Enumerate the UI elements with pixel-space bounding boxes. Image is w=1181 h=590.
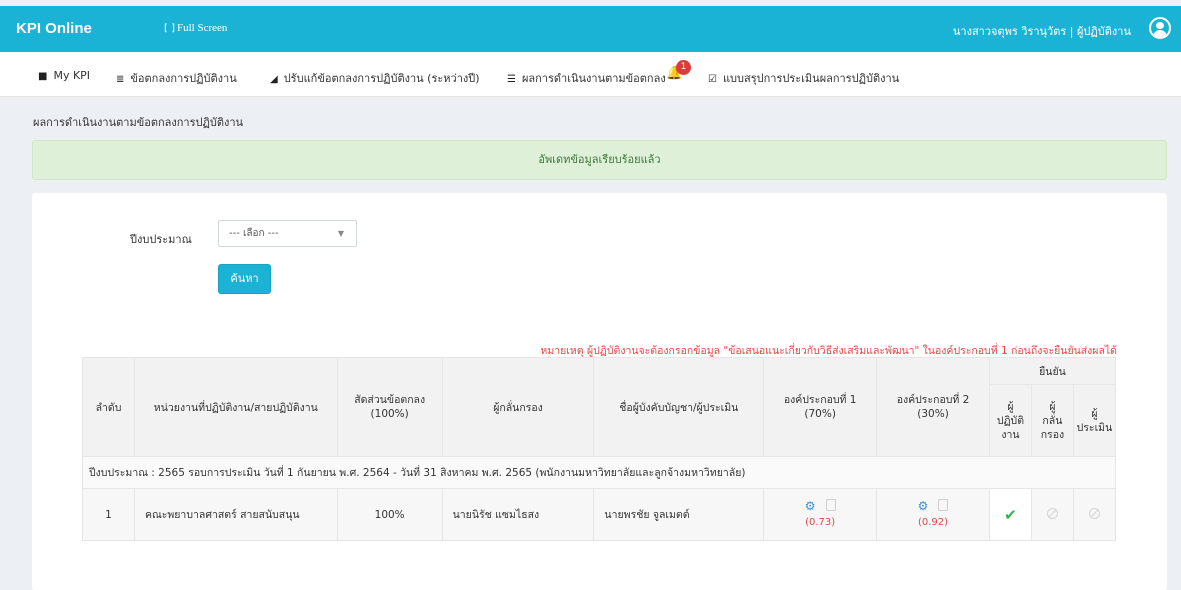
ban-icon	[1088, 507, 1100, 519]
fiscal-year-label: ปีงบประมาณ	[130, 233, 192, 246]
cell-seq: 1	[82, 488, 135, 541]
user-name[interactable]: นางสาวจตุพร วิรานุวัตร | ผู้ปฏิบัติงาน	[953, 22, 1131, 40]
col-confirm-screener: ผู้ กลั่น กรอง	[1030, 384, 1074, 457]
col-comp1: องค์ประกอบที่ 1 (70%)	[763, 357, 878, 457]
col-confirm-worker-l3: งาน	[1001, 428, 1020, 441]
notification-badge: 1	[676, 60, 691, 75]
search-button[interactable]: ค้นหา	[218, 264, 271, 294]
fullscreen-label: Full Screen	[176, 22, 228, 34]
top-header: KPI Online [ ] Full Screen นางสาวจตุพร วิ…	[0, 6, 1181, 52]
breadcrumb: ผลการดำเนินงานตามข้อตกลงการปฏิบัติงาน	[33, 116, 244, 129]
document-icon[interactable]	[938, 499, 949, 511]
fiscal-year-select[interactable]: --- เลือก --- ▼	[218, 220, 357, 247]
performance-table: ลำดับ หน่วยงานที่ปฏิบัติงาน/สายปฏิบัติงา…	[82, 357, 1117, 541]
cell-comp1: ⚙ (0.73)	[763, 488, 878, 541]
col-confirm-screener-l3: กรอง	[1040, 428, 1065, 441]
col-unit: หน่วยงานที่ปฏิบัติงาน/สายปฏิบัติงาน	[133, 357, 338, 457]
col-ratio-line1: สัดส่วนข้อตกลง	[354, 394, 426, 406]
nav-item-agreement[interactable]: ≣ ข้อตกลงการปฏิบัติงาน	[116, 69, 237, 87]
cell-screener: นายนิรัช แซมไธสง	[441, 488, 595, 541]
col-confirm-worker-l2: ปฏิบัติ	[996, 414, 1025, 427]
nav-label: ปรับแก้ข้อตกลงการปฏิบัติงาน (ระหว่างปี)	[283, 72, 480, 85]
cell-confirm-screener	[1030, 488, 1074, 541]
cell-confirm-evaluator	[1072, 488, 1117, 541]
expand-icon: [ ]	[164, 23, 175, 34]
table-row: 1 คณะพยาบาลศาสตร์ สายสนับสนุน 100% นายนิ…	[82, 488, 1117, 541]
success-alert: อัพเดทข้อมูลเรียบร้อยแล้ว	[32, 140, 1167, 180]
col-ratio: สัดส่วนข้อตกลง (100%)	[336, 357, 443, 457]
nav-item-performance[interactable]: ☰ ผลการดำเนินงานตามข้อตกลง	[507, 69, 666, 87]
col-ratio-line2: (100%)	[370, 408, 409, 420]
col-comp2-line2: (30%)	[917, 408, 949, 420]
nav-label: แบบสรุปการประเมินผลการปฏิบัติงาน	[722, 72, 900, 85]
brand-logo[interactable]: KPI Online	[16, 20, 92, 37]
nav-item-my-kpi[interactable]: ■ My KPI	[38, 69, 90, 82]
gears-icon[interactable]: ⚙	[918, 499, 929, 513]
cell-confirm-worker: ✔	[988, 488, 1032, 541]
col-confirm-worker-l1: ผู้	[1007, 400, 1014, 413]
col-confirm-evaluator-l2: ประเมิน	[1076, 421, 1113, 434]
caret-down-icon: ▼	[337, 229, 344, 238]
nav-item-edit-agreement[interactable]: ◢ ปรับแก้ข้อตกลงการปฏิบัติงาน (ระหว่างปี)	[270, 69, 480, 87]
col-confirm-evaluator: ผู้ ประเมิน	[1072, 384, 1117, 457]
period-info: ปีงบประมาณ : 2565 รอบการประเมิน วันที่ 1…	[82, 456, 1116, 489]
user-circle-icon[interactable]	[1149, 17, 1171, 39]
fullscreen-button[interactable]: [ ] Full Screen	[164, 22, 227, 34]
list-ol-icon: ☰	[507, 74, 516, 85]
eraser-icon: ◢	[270, 74, 278, 85]
col-screener: ผู้กลั่นกรอง	[441, 357, 595, 457]
col-confirm: ยืนยัน	[988, 357, 1117, 385]
cell-ratio: 100%	[336, 488, 443, 541]
col-comp1-line2: (70%)	[804, 408, 836, 420]
col-confirm-screener-l2: กลั่น	[1042, 414, 1063, 427]
col-confirm-worker: ผู้ ปฏิบัติ งาน	[988, 384, 1032, 457]
bookmark-icon: ■	[38, 71, 48, 82]
nav-label: ข้อตกลงการปฏิบัติงาน	[130, 72, 237, 85]
list-icon: ≣	[116, 74, 125, 85]
nav-item-summary[interactable]: ☑ แบบสรุปการประเมินผลการปฏิบัติงาน	[708, 69, 899, 87]
gears-icon[interactable]: ⚙	[805, 499, 816, 513]
comp1-score: (0.73)	[805, 517, 836, 528]
check-icon: ✔	[1004, 505, 1017, 524]
content-panel: ปีงบประมาณ --- เลือก --- ▼ ค้นหา หมายเหต…	[32, 193, 1167, 590]
ban-icon	[1046, 507, 1058, 519]
col-seq: ลำดับ	[82, 357, 135, 457]
col-confirm-screener-l1: ผู้	[1049, 400, 1056, 413]
cell-supervisor: นายพรชัย จูลเมตต์	[593, 488, 765, 541]
cell-unit: คณะพยาบาลศาสตร์ สายสนับสนุน	[133, 488, 338, 541]
cell-comp2: ⚙ (0.92)	[876, 488, 990, 541]
nav-label: My KPI	[53, 69, 91, 82]
select-value: --- เลือก ---	[229, 228, 279, 239]
check-square-icon: ☑	[708, 74, 717, 85]
col-comp1-line1: องค์ประกอบที่ 1	[783, 394, 857, 406]
col-confirm-evaluator-l1: ผู้	[1091, 407, 1098, 420]
nav-label: ผลการดำเนินงานตามข้อตกลง	[521, 72, 666, 85]
main-nav: ■ My KPI ≣ ข้อตกลงการปฏิบัติงาน ◢ ปรับแก้ข้…	[0, 52, 1181, 97]
document-icon[interactable]	[825, 499, 836, 511]
col-comp2: องค์ประกอบที่ 2 (30%)	[876, 357, 990, 457]
col-comp2-line1: องค์ประกอบที่ 2	[896, 394, 970, 406]
col-supervisor: ชื่อผู้บังคับบัญชา/ผู้ประเมิน	[593, 357, 765, 457]
comp2-score: (0.92)	[917, 517, 949, 528]
